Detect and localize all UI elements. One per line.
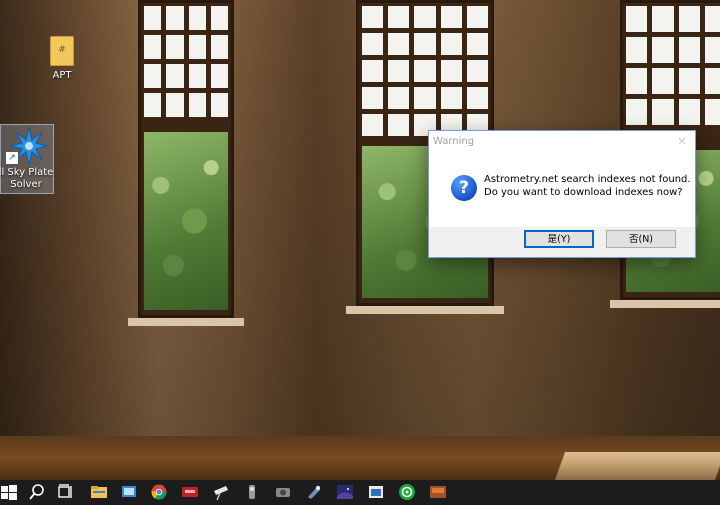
window-app-icon[interactable] <box>367 483 385 501</box>
yes-button[interactable]: 是(Y) <box>524 230 594 248</box>
telescope-app-icon[interactable] <box>212 483 230 501</box>
wallpaper-floor-light <box>554 452 720 480</box>
screen-app-icon[interactable] <box>120 483 138 501</box>
dialog-body: ? Astrometry.net search indexes not foun… <box>429 153 695 227</box>
camera-app-icon[interactable] <box>274 483 292 501</box>
windows-start-icon[interactable] <box>0 483 18 501</box>
stellarium-app-icon[interactable] <box>429 483 447 501</box>
close-icon[interactable]: ✕ <box>673 133 691 151</box>
no-button[interactable]: 否(N) <box>606 230 676 248</box>
warning-dialog: Warning ✕ ? Astrometry.net search indexe… <box>428 130 696 258</box>
folder-icon <box>50 36 74 66</box>
search-icon[interactable] <box>28 483 46 501</box>
mount-app-icon[interactable] <box>305 483 323 501</box>
dialog-titlebar[interactable]: Warning ✕ <box>429 131 695 153</box>
desktop-icon-label: APT <box>52 70 72 81</box>
chrome-icon[interactable] <box>150 483 168 501</box>
task-view-icon[interactable] <box>56 483 74 501</box>
green-circle-app-icon[interactable] <box>398 483 416 501</box>
sky-app-icon[interactable] <box>336 483 354 501</box>
dialog-message-line: Astrometry.net search indexes not found. <box>484 174 691 185</box>
question-icon: ? <box>451 175 477 201</box>
desktop-icon-label: ll Sky Plate Solver <box>0 167 54 190</box>
file-explorer-icon[interactable] <box>90 483 108 501</box>
shortcut-arrow-icon: ↗ <box>5 151 19 165</box>
wallpaper-window-left <box>128 0 244 326</box>
asi-app-icon[interactable] <box>181 483 199 501</box>
desktop-icon-apt[interactable]: APT <box>42 36 82 82</box>
desktop-icon-all-sky-plate-solver[interactable]: ↗ ll Sky Plate Solver <box>0 124 54 194</box>
taskbar <box>0 480 720 505</box>
dialog-message: Astrometry.net search indexes not found.… <box>484 173 691 199</box>
dialog-title: Warning <box>433 136 475 147</box>
dialog-message-line: Do you want to download indexes now? <box>484 187 683 198</box>
focuser-app-icon[interactable] <box>243 483 261 501</box>
